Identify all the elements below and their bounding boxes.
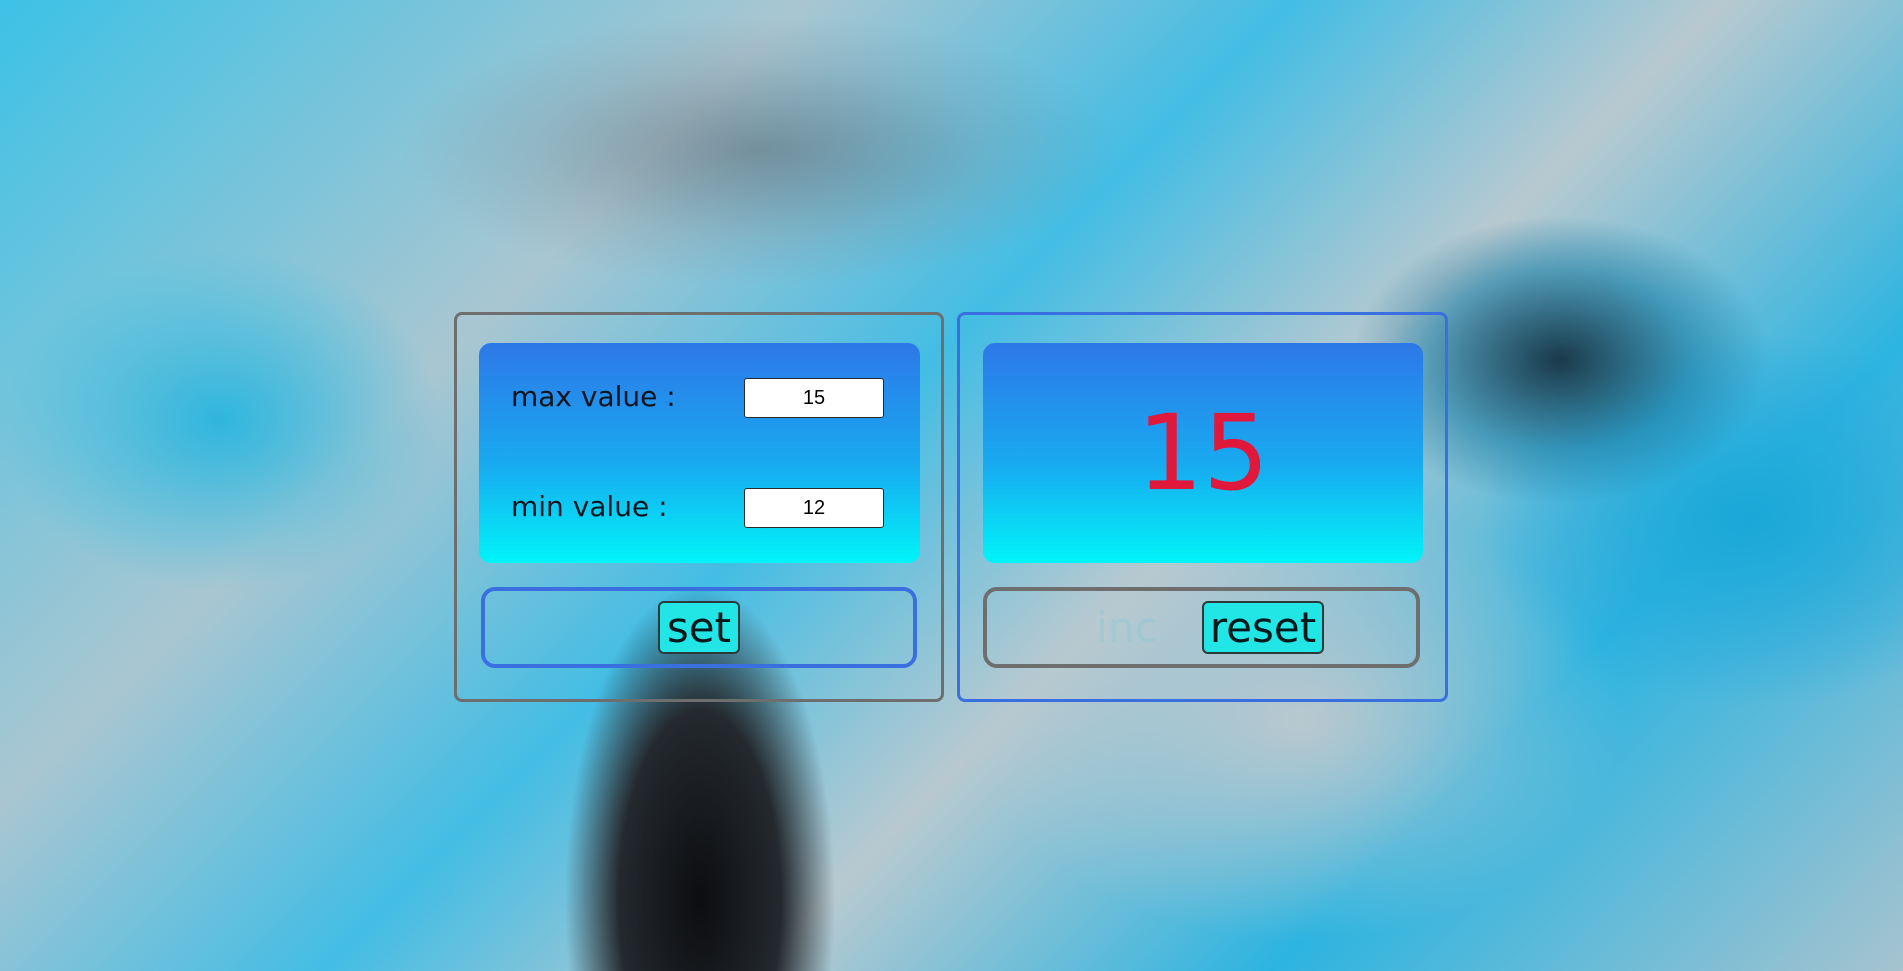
reset-button[interactable]: reset <box>1202 601 1324 654</box>
min-value-input[interactable] <box>744 488 884 528</box>
max-value-input[interactable] <box>744 378 884 418</box>
counter-value: 15 <box>1136 392 1270 514</box>
settings-box <box>479 343 920 563</box>
inc-button[interactable]: inc <box>1082 601 1172 654</box>
max-value-label: max value : <box>511 380 676 413</box>
min-value-label: min value : <box>511 490 668 523</box>
set-button[interactable]: set <box>658 601 740 654</box>
